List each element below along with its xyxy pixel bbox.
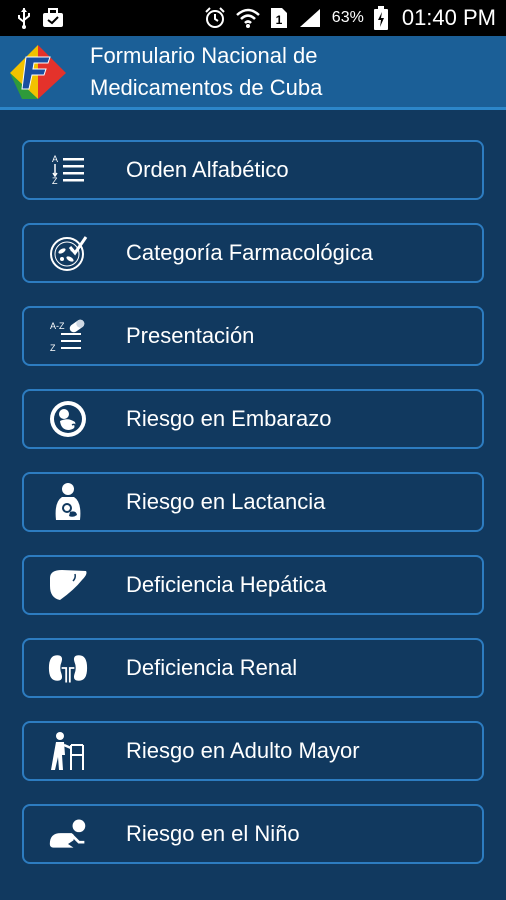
- crawling-baby-icon: [48, 814, 88, 854]
- menu-item-label: Orden Alfabético: [126, 157, 289, 182]
- svg-text:A: A: [52, 154, 58, 164]
- svg-text:A-Z: A-Z: [50, 321, 65, 331]
- menu-item-deficiencia-hepatica[interactable]: Deficiencia Hepática: [22, 555, 484, 615]
- menu-item-label: Riesgo en Lactancia: [126, 489, 326, 514]
- menu-item-deficiencia-renal[interactable]: Deficiencia Renal: [22, 638, 484, 698]
- menu-item-riesgo-nino[interactable]: Riesgo en el Niño: [22, 804, 484, 864]
- menu-item-label: Categoría Farmacológica: [126, 240, 374, 265]
- menu-item-orden-alfabetico[interactable]: A Z Orden Alfabético: [22, 140, 484, 200]
- kidneys-icon: [48, 648, 88, 688]
- elderly-walker-icon: [48, 731, 88, 771]
- menu-item-label: Deficiencia Hepática: [126, 572, 327, 597]
- liver-icon: [48, 565, 88, 605]
- wifi-icon: [235, 8, 260, 28]
- battery-percent: 63%: [331, 9, 364, 26]
- main-menu: A Z Orden Alfabético Categoría Farmacoló…: [22, 140, 484, 887]
- alarm-icon: [204, 7, 226, 29]
- briefcase-icon: [42, 8, 64, 28]
- breastfeeding-icon: [48, 482, 88, 522]
- menu-item-label: Presentación: [126, 323, 255, 348]
- status-bar: 1 63% 01:40 PM: [0, 0, 506, 36]
- menu-item-presentacion[interactable]: A-Z Z Presentación: [22, 306, 484, 366]
- menu-item-categoria-farmacologica[interactable]: Categoría Farmacológica: [22, 223, 484, 283]
- menu-item-riesgo-lactancia[interactable]: Riesgo en Lactancia: [22, 472, 484, 532]
- battery-charging-icon: [373, 6, 388, 30]
- menu-item-label: Riesgo en Embarazo: [126, 406, 332, 431]
- status-time: 01:40 PM: [401, 5, 496, 30]
- menu-item-label: Riesgo en el Niño: [126, 821, 300, 846]
- menu-item-label: Deficiencia Renal: [126, 655, 298, 680]
- menu-item-riesgo-embarazo[interactable]: Riesgo en Embarazo: [22, 389, 484, 449]
- status-bar-right: 1 63% 01:40 PM: [204, 5, 496, 31]
- presentation-list-icon: A-Z Z: [48, 316, 88, 356]
- svg-text:1: 1: [275, 13, 282, 27]
- usb-icon: [16, 7, 32, 29]
- fnm-logo-icon: [4, 38, 70, 105]
- sim-icon: 1: [270, 7, 288, 29]
- pharmacology-category-icon: [48, 233, 88, 273]
- alphabetical-list-icon: A Z: [48, 150, 88, 190]
- status-bar-left: [16, 7, 64, 29]
- menu-item-label: Riesgo en Adulto Mayor: [126, 738, 360, 763]
- menu-item-riesgo-adulto-mayor[interactable]: Riesgo en Adulto Mayor: [22, 721, 484, 781]
- svg-text:Z: Z: [52, 176, 58, 186]
- app-header: Formulario Nacional de Medicamentos de C…: [0, 36, 506, 110]
- signal-icon: [298, 7, 322, 29]
- pregnancy-icon: [48, 399, 88, 439]
- app-title: Formulario Nacional de Medicamentos de C…: [90, 42, 323, 100]
- svg-text:Z: Z: [50, 343, 56, 353]
